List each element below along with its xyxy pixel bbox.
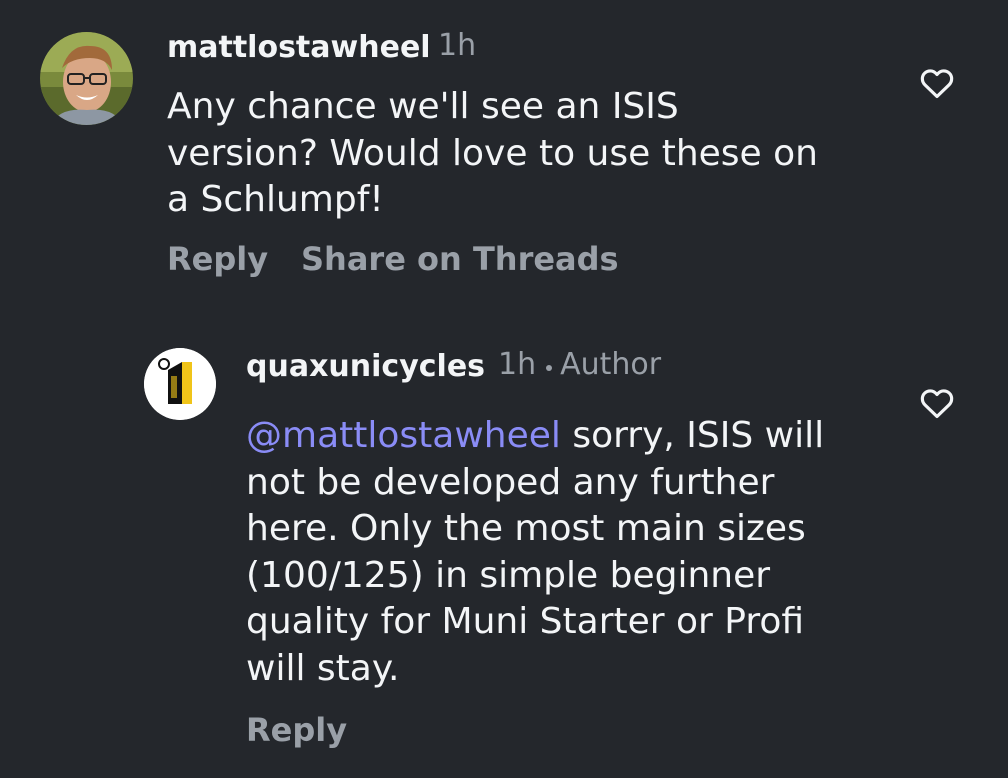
avatar-photo: [40, 32, 133, 125]
comment-line: a Schlumpf!: [167, 179, 384, 220]
mention-link[interactable]: @mattlostawheel: [246, 415, 561, 456]
comment-line: Any chance we'll see an ISIS: [167, 86, 679, 127]
separator-dot: [546, 364, 553, 371]
heart-outline-icon[interactable]: [918, 384, 956, 422]
comment-line: (100/125) in simple beginner: [246, 554, 771, 596]
avatar[interactable]: [144, 348, 216, 420]
comment-line: here. Only the most main sizes: [246, 508, 806, 549]
comment-text: Any chance we'll see an ISIS version? Wo…: [167, 84, 887, 224]
comment-line: sorry, ISIS will: [560, 415, 825, 456]
comment-line: quality for Muni Starter or Profi: [246, 601, 805, 642]
quax-logo-icon: [144, 348, 216, 420]
comment-quaxunicycles: quaxunicycles 1h Author @mattlostawheel s…: [0, 300, 1008, 778]
comment-line: will stay.: [246, 647, 400, 689]
reply-button[interactable]: Reply: [246, 711, 347, 749]
reply-button[interactable]: Reply: [167, 240, 268, 278]
heart-outline-icon[interactable]: [918, 64, 956, 102]
avatar[interactable]: [40, 32, 133, 125]
comment-meta: 1h Author: [498, 347, 661, 382]
share-on-threads-button[interactable]: Share on Threads: [301, 240, 619, 278]
comment-line: not be developed any further: [246, 461, 775, 503]
comment-timestamp: 1h: [438, 28, 477, 63]
comment-username[interactable]: mattlostawheel: [167, 30, 431, 65]
comment-username[interactable]: quaxunicycles: [246, 349, 485, 384]
comment-mattlostawheel: mattlostawheel 1h Any chance we'll see a…: [0, 0, 1008, 300]
comment-text: @mattlostawheel sorry, ISIS will not be …: [246, 413, 906, 692]
comment-timestamp: 1h: [498, 347, 537, 382]
author-badge: Author: [560, 347, 662, 382]
comment-line: version? Would love to use these on: [167, 132, 818, 174]
